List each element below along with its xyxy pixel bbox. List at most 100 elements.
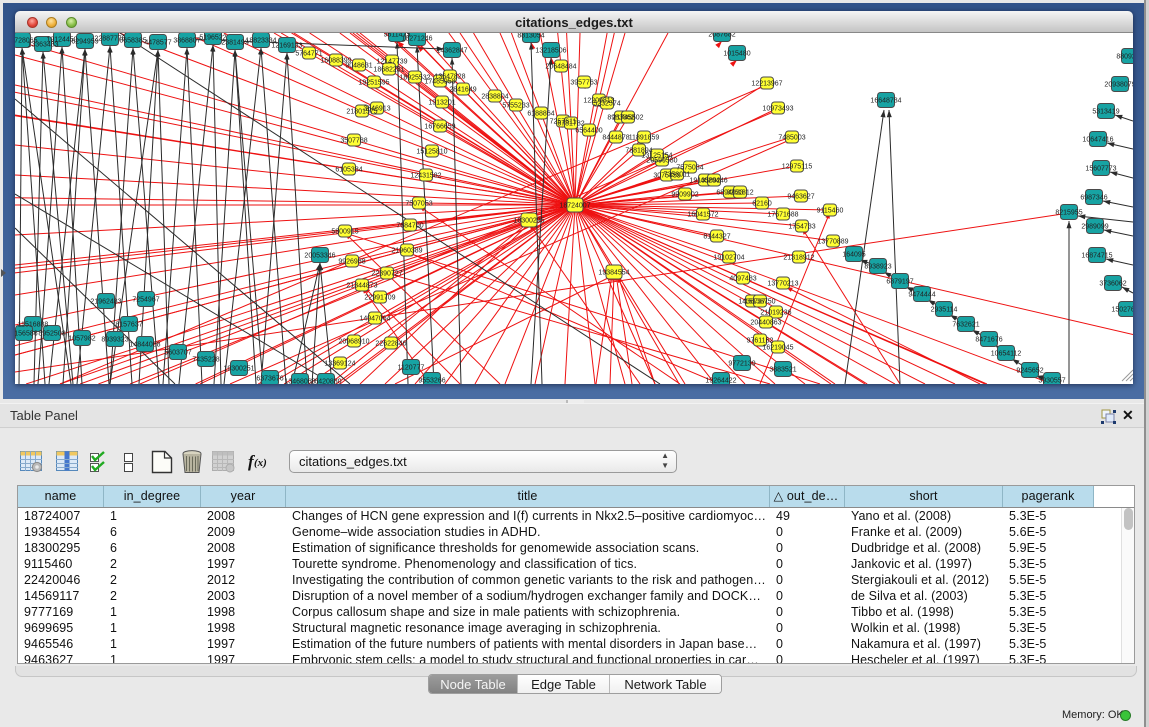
svg-text:12147739: 12147739: [376, 59, 407, 66]
svg-text:17671688: 17671688: [767, 212, 798, 219]
svg-text:18300295: 18300295: [513, 218, 544, 225]
svg-text:14947064: 14947064: [359, 316, 390, 323]
svg-text:10647416: 10647416: [1082, 137, 1113, 144]
svg-text:8157637: 8157637: [115, 322, 142, 329]
svg-text:22991709: 22991709: [364, 295, 395, 302]
svg-text:11516888: 11516888: [18, 322, 49, 329]
svg-text:5313419: 5313419: [1092, 109, 1119, 116]
svg-text:20648484: 20648484: [545, 64, 576, 71]
svg-text:9115460: 9115460: [817, 208, 844, 215]
svg-text:3957763: 3957763: [570, 80, 597, 87]
svg-text:3736062: 3736062: [1099, 281, 1126, 288]
svg-text:2935114: 2935114: [931, 307, 958, 314]
svg-text:7254967: 7254967: [132, 297, 159, 304]
svg-text:1120777: 1120777: [398, 365, 425, 372]
svg-text:5232574: 5232574: [593, 101, 620, 108]
svg-text:4478577: 4478577: [144, 40, 171, 47]
svg-text:7435228: 7435228: [192, 357, 219, 364]
svg-text:2838804: 2838804: [481, 94, 508, 101]
svg-text:10654112: 10654112: [991, 351, 1022, 358]
svg-text:5800915: 5800915: [331, 229, 358, 236]
svg-text:9463627: 9463627: [787, 194, 814, 201]
svg-text:7632621: 7632621: [952, 322, 979, 329]
svg-text:12975115: 12975115: [782, 164, 813, 171]
svg-text:21745502: 21745502: [612, 115, 643, 122]
svg-text:6188864: 6188864: [527, 111, 554, 118]
svg-text:9474444: 9474444: [908, 292, 935, 299]
svg-text:13647828: 13647828: [434, 74, 465, 81]
svg-text:7684700: 7684700: [396, 223, 423, 230]
svg-text:3883521: 3883521: [769, 367, 796, 374]
svg-text:15138750: 15138750: [744, 299, 775, 306]
svg-text:19384554: 19384554: [598, 270, 629, 277]
svg-text:8813054: 8813054: [517, 33, 544, 40]
svg-text:1754733: 1754733: [788, 224, 815, 231]
svg-text:11891859: 11891859: [629, 135, 660, 142]
svg-text:4029446: 4029446: [700, 178, 727, 185]
svg-text:18271246: 18271246: [401, 36, 432, 43]
svg-text:16041572: 16041572: [687, 212, 718, 219]
svg-text:21344873: 21344873: [346, 283, 377, 290]
svg-text:13770889: 13770889: [817, 239, 848, 246]
svg-text:8952508: 8952508: [38, 331, 65, 338]
svg-text:21019236: 21019236: [760, 310, 791, 317]
svg-text:3930557: 3930557: [1038, 378, 1065, 385]
svg-text:6156586: 6156586: [15, 331, 38, 338]
svg-text:1913201: 1913201: [428, 100, 455, 107]
svg-text:5764771: 5764771: [295, 51, 322, 58]
svg-text:14844068: 14844068: [129, 342, 160, 349]
svg-text:9909902: 9909902: [671, 192, 698, 199]
svg-text:16648784: 16648784: [870, 98, 901, 105]
svg-text:22390727: 22390727: [371, 271, 402, 278]
svg-text:20440863: 20440863: [750, 320, 781, 327]
svg-text:12213967: 12213967: [751, 81, 782, 88]
svg-text:9772139: 9772139: [728, 361, 755, 368]
svg-text:6879197: 6879197: [886, 279, 913, 286]
svg-text:19102704: 19102704: [713, 255, 744, 262]
svg-text:18724007: 18724007: [559, 203, 590, 210]
svg-text:21801575: 21801575: [346, 109, 377, 116]
svg-text:7485003: 7485003: [778, 135, 805, 142]
svg-text:12169133: 12169133: [271, 43, 302, 50]
svg-text:9761162: 9761162: [747, 338, 774, 345]
svg-text:13125154: 13125154: [641, 153, 672, 160]
svg-text:21960389: 21960389: [391, 248, 422, 255]
svg-text:8938923: 8938923: [864, 264, 891, 271]
svg-text:8809210: 8809210: [1116, 54, 1133, 61]
svg-text:16766659: 16766659: [424, 124, 455, 131]
svg-text:5603707: 5603707: [164, 350, 191, 357]
svg-text:8444878: 8444878: [602, 135, 629, 142]
svg-text:8144327: 8144327: [703, 234, 730, 241]
svg-text:20968910: 20968910: [338, 339, 369, 346]
svg-text:8471676: 8471676: [975, 337, 1002, 344]
svg-text:6105384: 6105384: [335, 167, 362, 174]
svg-text:3868807: 3868807: [173, 38, 200, 45]
svg-text:(x): (x): [254, 457, 267, 469]
svg-text:3507788: 3507788: [340, 138, 367, 145]
svg-text:18682231: 18682231: [373, 67, 404, 74]
svg-text:13218506: 13218506: [535, 48, 566, 55]
svg-text:20053346: 20053346: [304, 253, 335, 260]
svg-text:12431582: 12431582: [410, 173, 441, 180]
svg-text:7356011: 7356011: [664, 172, 691, 179]
svg-text:1057982: 1057982: [68, 336, 95, 343]
svg-text:2841649: 2841649: [449, 87, 476, 94]
svg-text:164095: 164095: [842, 252, 865, 259]
svg-text:16420880: 16420880: [310, 379, 341, 385]
svg-text:16874715: 16874715: [1081, 253, 1112, 260]
svg-text:2087682: 2087682: [708, 33, 735, 39]
svg-text:8215955: 8215955: [1055, 210, 1082, 217]
svg-text:16219045: 16219045: [762, 345, 793, 352]
svg-text:6987346: 6987346: [1080, 195, 1107, 202]
svg-text:13369124: 13369124: [324, 361, 355, 368]
svg-text:21318912: 21318912: [783, 255, 814, 262]
svg-text:9245652: 9245652: [1016, 368, 1043, 375]
svg-text:9553266: 9553266: [418, 378, 445, 385]
svg-text:6781782: 6781782: [557, 121, 584, 128]
svg-text:6373676: 6373676: [256, 376, 283, 383]
svg-text:62160: 62160: [752, 201, 772, 208]
svg-text:21962483: 21962483: [90, 299, 121, 306]
svg-text:8939323: 8939323: [101, 337, 128, 344]
svg-text:6564400: 6564400: [575, 128, 602, 135]
svg-text:22622846: 22622846: [375, 341, 406, 348]
